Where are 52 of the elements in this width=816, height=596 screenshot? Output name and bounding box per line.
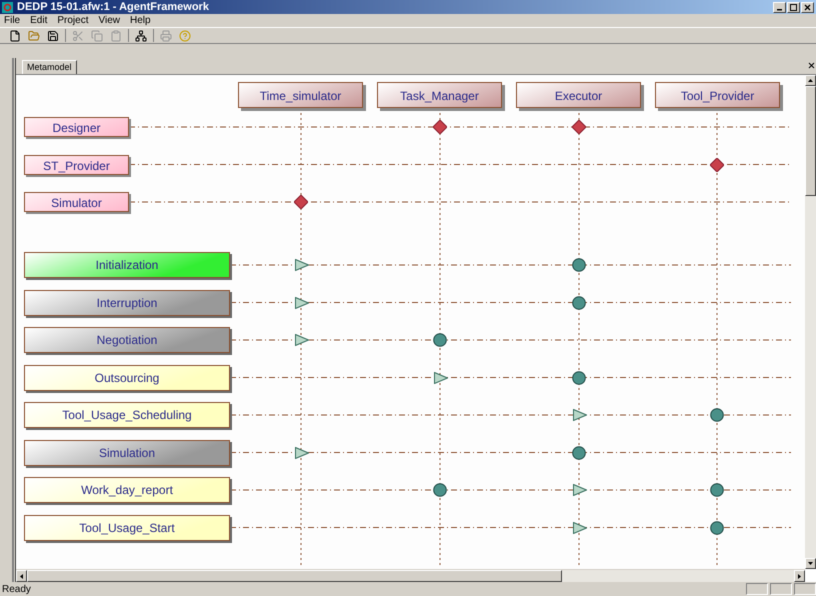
protocol-box[interactable]: Negotiation (24, 327, 230, 353)
protocol-box[interactable]: Work_day_report (24, 477, 230, 503)
help-icon (179, 30, 191, 42)
protocol-box[interactable]: Initialization (24, 252, 230, 278)
role-box[interactable]: Designer (24, 117, 129, 137)
window-title: DEDP 15-01.afw:1 - AgentFramework (17, 2, 209, 12)
right-arrow-icon (798, 574, 801, 578)
minimize-button[interactable] (773, 2, 786, 12)
protocol-box[interactable]: Outsourcing (24, 364, 230, 390)
open-folder-icon (28, 30, 40, 42)
maximize-icon (790, 4, 797, 10)
agent-header[interactable]: Executor (516, 82, 641, 108)
protocol-box[interactable]: Simulation (24, 440, 230, 466)
agent-header[interactable]: Task_Manager (377, 82, 502, 108)
status-pane (770, 583, 792, 595)
horizontal-scrollbar[interactable] (16, 569, 805, 582)
close-button[interactable] (801, 2, 814, 12)
close-icon (808, 62, 815, 69)
maximize-button[interactable] (787, 2, 800, 12)
app-icon (2, 2, 13, 12)
new-file-icon (9, 30, 21, 42)
clipboard-icon (110, 30, 122, 42)
menu-item[interactable]: Project (57, 16, 88, 26)
role-box[interactable]: Simulator (24, 192, 129, 212)
tab[interactable]: Metamodel (22, 60, 77, 74)
status-pane (746, 583, 768, 595)
printer-icon (160, 30, 172, 42)
menu-item[interactable]: Edit (30, 16, 48, 26)
menu-item[interactable]: File (4, 16, 20, 26)
copy-icon (91, 30, 103, 42)
agent-header[interactable]: Tool_Provider (655, 82, 780, 108)
save-icon (47, 30, 59, 42)
toolbar-button[interactable] (134, 28, 148, 42)
scrollbar-thumb[interactable] (805, 86, 816, 196)
scrollbar-thumb[interactable] (27, 570, 562, 582)
vertical-scrollbar[interactable] (805, 75, 816, 569)
left-arrow-icon (20, 574, 23, 578)
protocol-box[interactable]: Tool_Usage_Scheduling (24, 402, 230, 428)
close-icon (804, 4, 811, 10)
down-arrow-icon (808, 562, 813, 565)
up-arrow-icon (808, 79, 813, 82)
toolbar-button[interactable] (46, 28, 60, 42)
protocol-box[interactable]: Tool_Usage_Start (24, 514, 230, 540)
status-text: Ready (2, 582, 32, 596)
agent-header[interactable]: Time_simulator (238, 82, 363, 108)
toolbar-button[interactable] (8, 28, 22, 42)
menu-item[interactable]: View (98, 16, 120, 26)
protocol-box[interactable]: Interruption (24, 290, 230, 316)
hierarchy-icon (135, 30, 147, 42)
scissors-icon (72, 30, 84, 42)
role-box[interactable]: ST_Provider (24, 154, 129, 174)
menu-item[interactable]: Help (130, 16, 151, 26)
